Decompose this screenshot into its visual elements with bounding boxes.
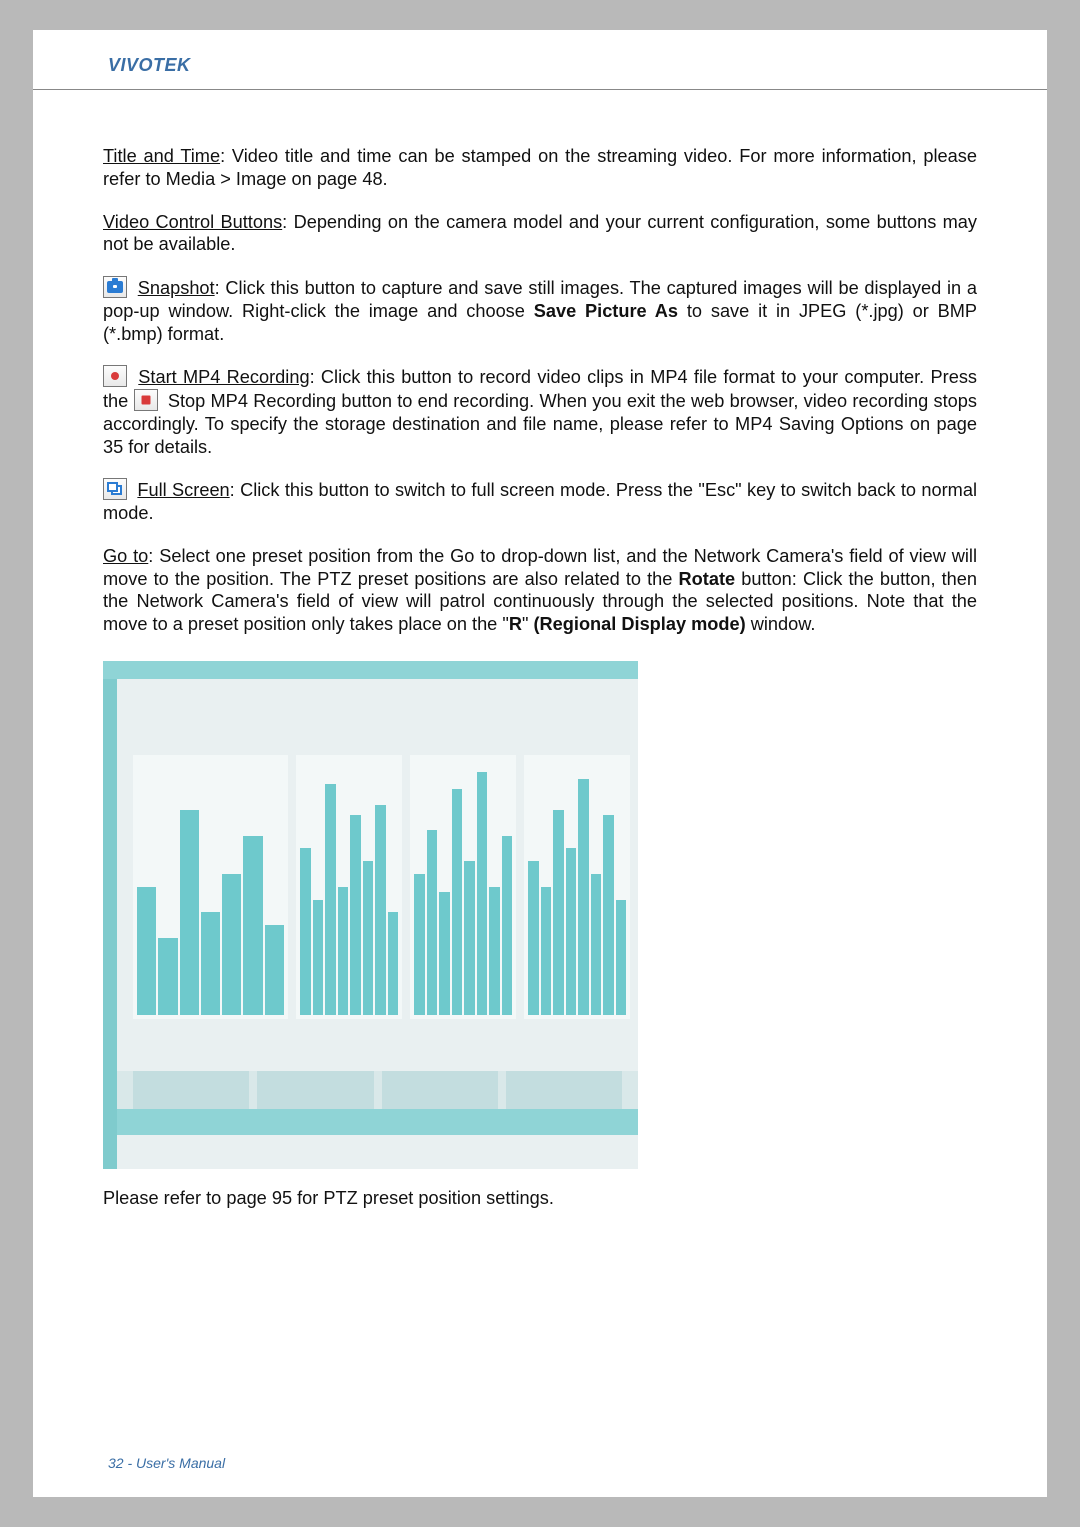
start-record-label: Start MP4 Recording	[138, 367, 309, 387]
page-content: Title and Time: Video title and time can…	[33, 90, 1047, 1210]
goto-bold-r: R	[509, 614, 522, 634]
title-and-time-text: : Video title and time can be stamped on…	[103, 146, 977, 189]
footer-page-number: 32	[108, 1455, 124, 1471]
image-placeholder	[103, 661, 638, 1169]
footer-sep: -	[124, 1455, 136, 1471]
start-record-icon[interactable]	[103, 365, 127, 387]
goto-bold-rotate: Rotate	[679, 569, 736, 589]
page-header: VIVOTEK	[33, 30, 1047, 86]
snapshot-bold: Save Picture As	[534, 301, 678, 321]
snapshot-icon[interactable]	[103, 276, 127, 298]
fullscreen-label: Full Screen	[137, 480, 229, 500]
snapshot-section: Snapshot: Click this button to capture a…	[103, 276, 977, 345]
goto-section: Go to: Select one preset position from t…	[103, 545, 977, 636]
closing-text: Please refer to page 95 for PTZ preset p…	[103, 1187, 977, 1210]
goto-label: Go to	[103, 546, 148, 566]
goto-bold-regional: (Regional Display mode)	[533, 614, 745, 634]
start-recording-section: Start MP4 Recording: Click this button t…	[103, 365, 977, 458]
fullscreen-text: : Click this button to switch to full sc…	[103, 480, 977, 523]
video-control-buttons-section: Video Control Buttons: Depending on the …	[103, 211, 977, 257]
goto-post: window.	[746, 614, 816, 634]
snapshot-label: Snapshot	[138, 278, 215, 298]
stop-record-icon[interactable]	[134, 389, 158, 411]
page: VIVOTEK Title and Time: Video title and …	[33, 30, 1047, 1497]
page-footer: 32 - User's Manual	[108, 1455, 225, 1471]
start-record-post: Stop MP4 Recording button to end recordi…	[103, 391, 977, 457]
goto-mid2: "	[522, 614, 534, 634]
title-and-time-section: Title and Time: Video title and time can…	[103, 145, 977, 191]
fullscreen-section: Full Screen: Click this button to switch…	[103, 478, 977, 525]
footer-title: User's Manual	[136, 1455, 225, 1471]
fullscreen-icon[interactable]	[103, 478, 127, 500]
video-control-label: Video Control Buttons	[103, 212, 282, 232]
brand-title: VIVOTEK	[108, 55, 191, 75]
title-and-time-label: Title and Time	[103, 146, 220, 166]
